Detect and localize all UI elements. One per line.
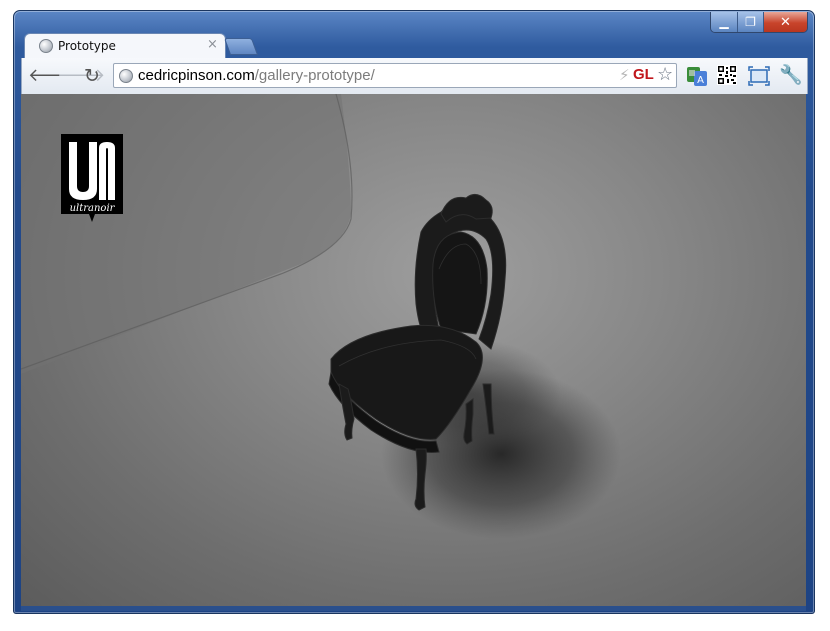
chair-model <box>328 194 507 511</box>
globe-icon <box>119 69 133 83</box>
webgl-badge[interactable]: GL <box>633 66 654 83</box>
qr-code-icon[interactable] <box>717 65 739 87</box>
tab-title: Prototype <box>58 39 116 53</box>
address-bar[interactable]: cedricpinson.com/gallery-prototype/ ⚡ GL… <box>113 63 677 88</box>
url-path: /gallery-prototype/ <box>254 67 375 84</box>
bolt-icon[interactable]: ⚡ <box>619 66 630 84</box>
tab-prototype[interactable]: Prototype × <box>24 33 226 59</box>
translate-icon[interactable]: A <box>686 65 708 87</box>
globe-icon <box>39 39 53 53</box>
svg-text:A: A <box>697 75 704 86</box>
window-bottom-border <box>21 606 806 611</box>
close-window-button[interactable]: ✕ <box>763 12 807 32</box>
new-tab-button[interactable] <box>223 38 259 55</box>
minimize-button[interactable]: ▁ <box>711 12 737 32</box>
tab-strip: Prototype × ▁ ❐ ✕ <box>14 11 814 59</box>
bookmark-star-icon[interactable]: ☆ <box>657 64 673 85</box>
fullscreen-icon[interactable] <box>748 65 770 87</box>
webgl-viewport[interactable]: ultranoir <box>21 94 806 606</box>
tab-close-button[interactable]: × <box>207 37 218 52</box>
url-host: cedricpinson.com <box>138 67 255 84</box>
maximize-button[interactable]: ❐ <box>737 12 763 32</box>
wrench-icon[interactable]: 🔧 <box>779 63 803 86</box>
reload-button[interactable]: ↻ <box>84 65 100 87</box>
browser-toolbar: 🡐 🡒 ↻ cedricpinson.com/gallery-prototype… <box>21 58 808 94</box>
browser-window: Prototype × ▁ ❐ ✕ 🡐 🡒 ↻ cedricpinson.com… <box>13 10 815 614</box>
window-controls: ▁ ❐ ✕ <box>710 12 808 33</box>
url-text[interactable]: cedricpinson.com/gallery-prototype/ <box>138 67 375 84</box>
